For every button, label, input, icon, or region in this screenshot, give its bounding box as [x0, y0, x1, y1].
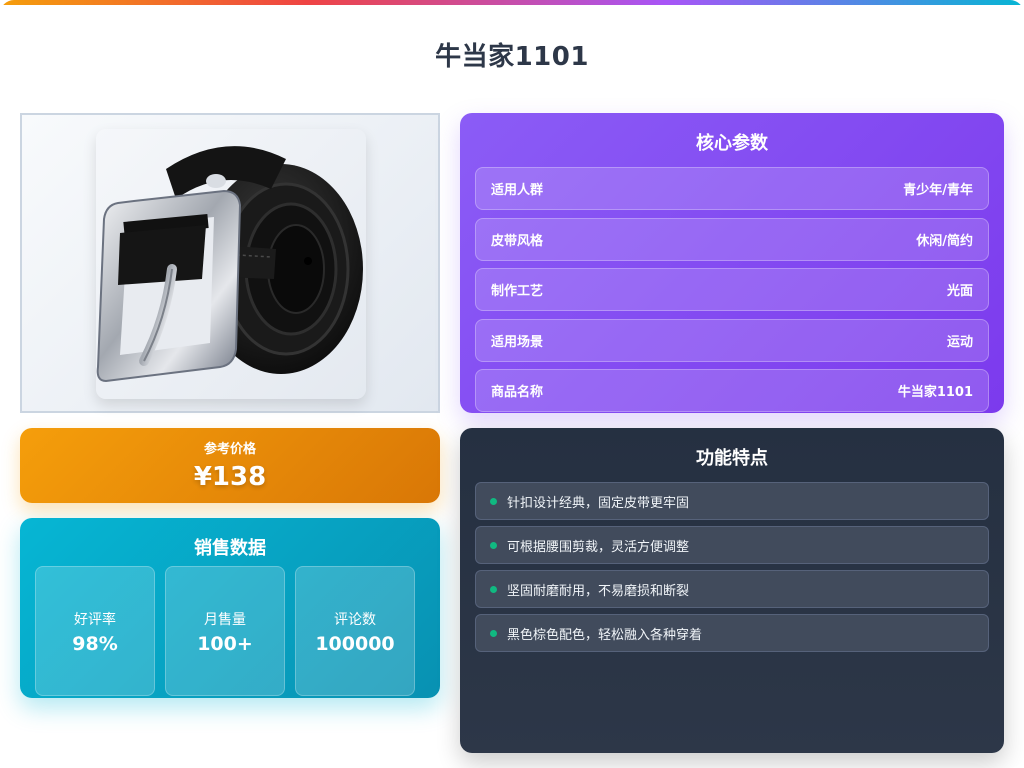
price-value: ¥138 [193, 462, 267, 492]
stat-value: 100+ [197, 633, 253, 655]
param-label: 适用场景 [491, 335, 544, 350]
sales-title: 销售数据 [194, 538, 266, 559]
core-params-panel: 核心参数 适用人群 青少年/青年 皮带风格 休闲/简约 制作工艺 光面 适用场景… [460, 113, 1004, 413]
stat-label: 好评率 [74, 612, 116, 628]
feature-item: 坚固耐磨耐用，不易磨损和断裂 [475, 570, 989, 608]
feature-item: 黑色棕色配色，轻松融入各种穿着 [475, 614, 989, 652]
product-image[interactable] [96, 129, 366, 399]
param-value: 青少年/青年 [903, 183, 973, 198]
belt-image [96, 146, 363, 383]
param-value: 牛当家1101 [897, 385, 973, 400]
param-value: 休闲/简约 [916, 234, 973, 249]
param-row-target-audience: 适用人群 青少年/青年 [475, 167, 989, 210]
param-row-style: 皮带风格 休闲/简约 [475, 218, 989, 261]
sales-panel: 销售数据 好评率 98% 月售量 100+ 评论数 100000 [20, 518, 440, 698]
feature-text: 可根据腰围剪裁，灵活方便调整 [507, 539, 690, 555]
top-gradient-bar [0, 0, 1024, 5]
feature-item: 针扣设计经典，固定皮带更牢固 [475, 482, 989, 520]
feature-text: 针扣设计经典，固定皮带更牢固 [507, 495, 690, 511]
feature-text: 黑色棕色配色，轻松融入各种穿着 [507, 627, 703, 643]
feature-text: 坚固耐磨耐用，不易磨损和断裂 [507, 583, 690, 599]
stat-card-rating: 好评率 98% [35, 566, 155, 696]
stat-label: 评论数 [334, 612, 376, 628]
param-row-product-name: 商品名称 牛当家1101 [475, 369, 989, 412]
bullet-dot-icon [490, 585, 497, 593]
stat-value: 98% [72, 633, 118, 655]
stat-card-monthly-sales: 月售量 100+ [165, 566, 285, 696]
bullet-dot-icon [490, 541, 497, 549]
param-row-scene: 适用场景 运动 [475, 319, 989, 362]
bullet-dot-icon [490, 497, 497, 505]
param-label: 商品名称 [491, 385, 544, 400]
param-row-craft: 制作工艺 光面 [475, 268, 989, 311]
product-image-panel [20, 113, 440, 413]
bullet-dot-icon [490, 629, 497, 637]
stat-label: 月售量 [204, 612, 246, 628]
features-panel: 功能特点 针扣设计经典，固定皮带更牢固 可根据腰围剪裁，灵活方便调整 坚固耐磨耐… [460, 428, 1004, 753]
price-label: 参考价格 [203, 442, 256, 457]
stat-value: 100000 [315, 633, 395, 655]
price-panel: 参考价格 ¥138 [20, 428, 440, 503]
feature-item: 可根据腰围剪裁，灵活方便调整 [475, 526, 989, 564]
features-title: 功能特点 [696, 448, 768, 469]
param-label: 适用人群 [491, 183, 544, 198]
param-label: 制作工艺 [491, 284, 544, 299]
product-page: 牛当家1101 核心参数 适用人群 青少年/青年 皮带风格 休闲/简约 制作工艺… [0, 0, 1024, 768]
param-value: 运动 [946, 335, 973, 350]
page-title: 牛当家1101 [435, 42, 589, 72]
stat-card-reviews: 评论数 100000 [295, 566, 415, 696]
param-label: 皮带风格 [491, 234, 544, 249]
param-value: 光面 [946, 284, 973, 299]
core-params-title: 核心参数 [696, 133, 768, 154]
